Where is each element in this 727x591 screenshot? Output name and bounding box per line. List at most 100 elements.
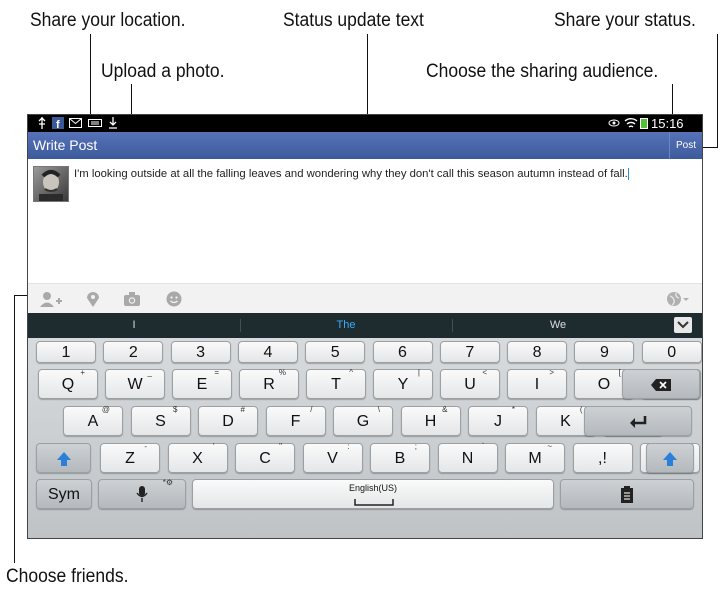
camera-icon[interactable] [123, 291, 141, 307]
key-h[interactable]: H & [400, 405, 461, 436]
key-w[interactable]: W _ [105, 368, 165, 399]
key-j[interactable]: J * [468, 405, 528, 436]
key-e[interactable]: E = [172, 368, 232, 399]
svg-text:f: f [56, 119, 60, 129]
key-secondary-label: ; [414, 442, 417, 451]
space-key[interactable]: English(US) [192, 479, 554, 509]
key-0[interactable]: 0 [641, 341, 702, 363]
key-secondary-label: ~ [547, 442, 552, 451]
status-text-content: I'm looking outside at all the falling l… [74, 168, 628, 180]
clipboard-key[interactable] [560, 479, 694, 509]
key-row-z-5[interactable]: N ` [437, 442, 498, 473]
callout-status-update-text: Status update text [283, 10, 424, 31]
key-label: U [464, 376, 476, 393]
key-g[interactable]: G \ [333, 405, 393, 436]
key-q[interactable]: Q + [38, 368, 98, 399]
avatar [33, 166, 69, 202]
page-title: Write Post [33, 137, 98, 153]
sym-key[interactable]: Sym [36, 479, 92, 509]
enter-key[interactable] [584, 406, 692, 436]
key-secondary-label: < [482, 368, 487, 377]
key-7[interactable]: 7 [439, 341, 500, 363]
key-u[interactable]: U < [440, 368, 500, 399]
key-2[interactable]: 2 [103, 341, 164, 363]
key-label: O [597, 376, 611, 393]
key-label: T [331, 376, 341, 393]
key-secondary-label: * [511, 405, 515, 414]
key-row-z-1[interactable]: X ' [167, 442, 228, 473]
key-secondary-label: : [347, 442, 350, 451]
key-9[interactable]: 9 [574, 341, 635, 363]
key-s[interactable]: S $ [130, 405, 191, 436]
suggestion-2[interactable]: The [240, 319, 452, 331]
tag-friends-icon[interactable] [40, 291, 62, 307]
key-secondary-label: + [80, 368, 85, 377]
key-label: R [263, 376, 275, 393]
audience-globe-icon[interactable] [666, 291, 690, 307]
enter-icon [630, 416, 647, 428]
key-5[interactable]: 5 [305, 341, 366, 363]
status-update-text[interactable]: I'm looking outside at all the falling l… [74, 167, 698, 182]
key-t[interactable]: T ^ [306, 368, 366, 399]
key-row-z-2[interactable]: C " [235, 442, 295, 473]
keyboard-icon [88, 117, 102, 129]
key-row-z-0[interactable]: Z- [100, 442, 160, 473]
voice-input-key[interactable]: *⚙ [98, 478, 186, 509]
callout-line-friends [14, 295, 15, 563]
key-secondary-label: ` [481, 442, 485, 451]
text-cursor [627, 168, 629, 181]
post-button[interactable]: Post [669, 132, 702, 159]
key-label: J [494, 413, 502, 430]
key-row-z-4[interactable]: B; [370, 442, 430, 473]
clipboard-icon [621, 486, 633, 503]
key-3[interactable]: 3 [170, 341, 231, 363]
key-secondary-label: | [417, 368, 420, 377]
key-secondary-label: \ [377, 405, 380, 414]
key-a[interactable]: A @ [63, 405, 123, 436]
key-row-z-7[interactable]: ,! [572, 443, 633, 473]
shift-key-left[interactable] [36, 443, 91, 473]
key-secondary-label: # [240, 405, 245, 414]
callout-choose-friends: Choose friends. [6, 566, 129, 587]
feeling-smiley-icon[interactable] [165, 291, 183, 307]
key-y[interactable]: Y | [373, 368, 433, 399]
callout-line-share-status-h [702, 147, 718, 148]
key-label: V [327, 450, 338, 467]
key-label: F [290, 413, 301, 430]
callout-share-status: Share your status. [554, 10, 696, 31]
key-label: 9 [599, 344, 609, 361]
key-label: 3 [196, 344, 206, 361]
location-pin-icon[interactable] [84, 291, 102, 307]
shift-key-right[interactable] [646, 443, 694, 473]
key-secondary-label: " [279, 442, 282, 451]
key-1[interactable]: 1 [36, 341, 96, 363]
chevron-down-icon[interactable] [674, 317, 692, 333]
key-secondary-label: _ [147, 368, 152, 377]
compose-area[interactable]: I'm looking outside at all the falling l… [28, 159, 702, 283]
key-4[interactable]: 4 [237, 341, 298, 363]
key-label: D [222, 413, 234, 430]
space-bar-icon [354, 499, 394, 506]
backspace-key[interactable] [622, 369, 700, 399]
key-i[interactable]: I > [507, 368, 567, 399]
suggestion-3[interactable]: We [452, 319, 664, 331]
key-6[interactable]: 6 [372, 341, 433, 363]
facebook-icon: f [52, 117, 64, 131]
key-row-z-6[interactable]: M ~ [505, 442, 565, 473]
microphone-icon [136, 486, 148, 502]
key-label: 4 [263, 344, 273, 361]
key-secondary-label: @ [101, 405, 110, 414]
on-screen-keyboard: 1234567890Q+W_E=R%T^Y|U<I>O[P]A@S$D#F/G\… [28, 338, 702, 538]
suggestion-1[interactable]: I [28, 319, 240, 331]
download-icon [108, 117, 118, 129]
key-label: Sym [48, 486, 80, 503]
device-screen: f 15:16 Write Post Post I'm looking outs… [27, 114, 703, 539]
key-f[interactable]: F / [265, 405, 326, 436]
key-d[interactable]: D # [198, 405, 258, 436]
key-8[interactable]: 8 [507, 341, 568, 363]
key-label: ,! [598, 450, 607, 467]
eye-icon [608, 117, 620, 129]
key-row-z-3[interactable]: V: [302, 442, 363, 473]
key-r[interactable]: R% [239, 368, 299, 399]
key-secondary-label: ' [212, 442, 215, 451]
